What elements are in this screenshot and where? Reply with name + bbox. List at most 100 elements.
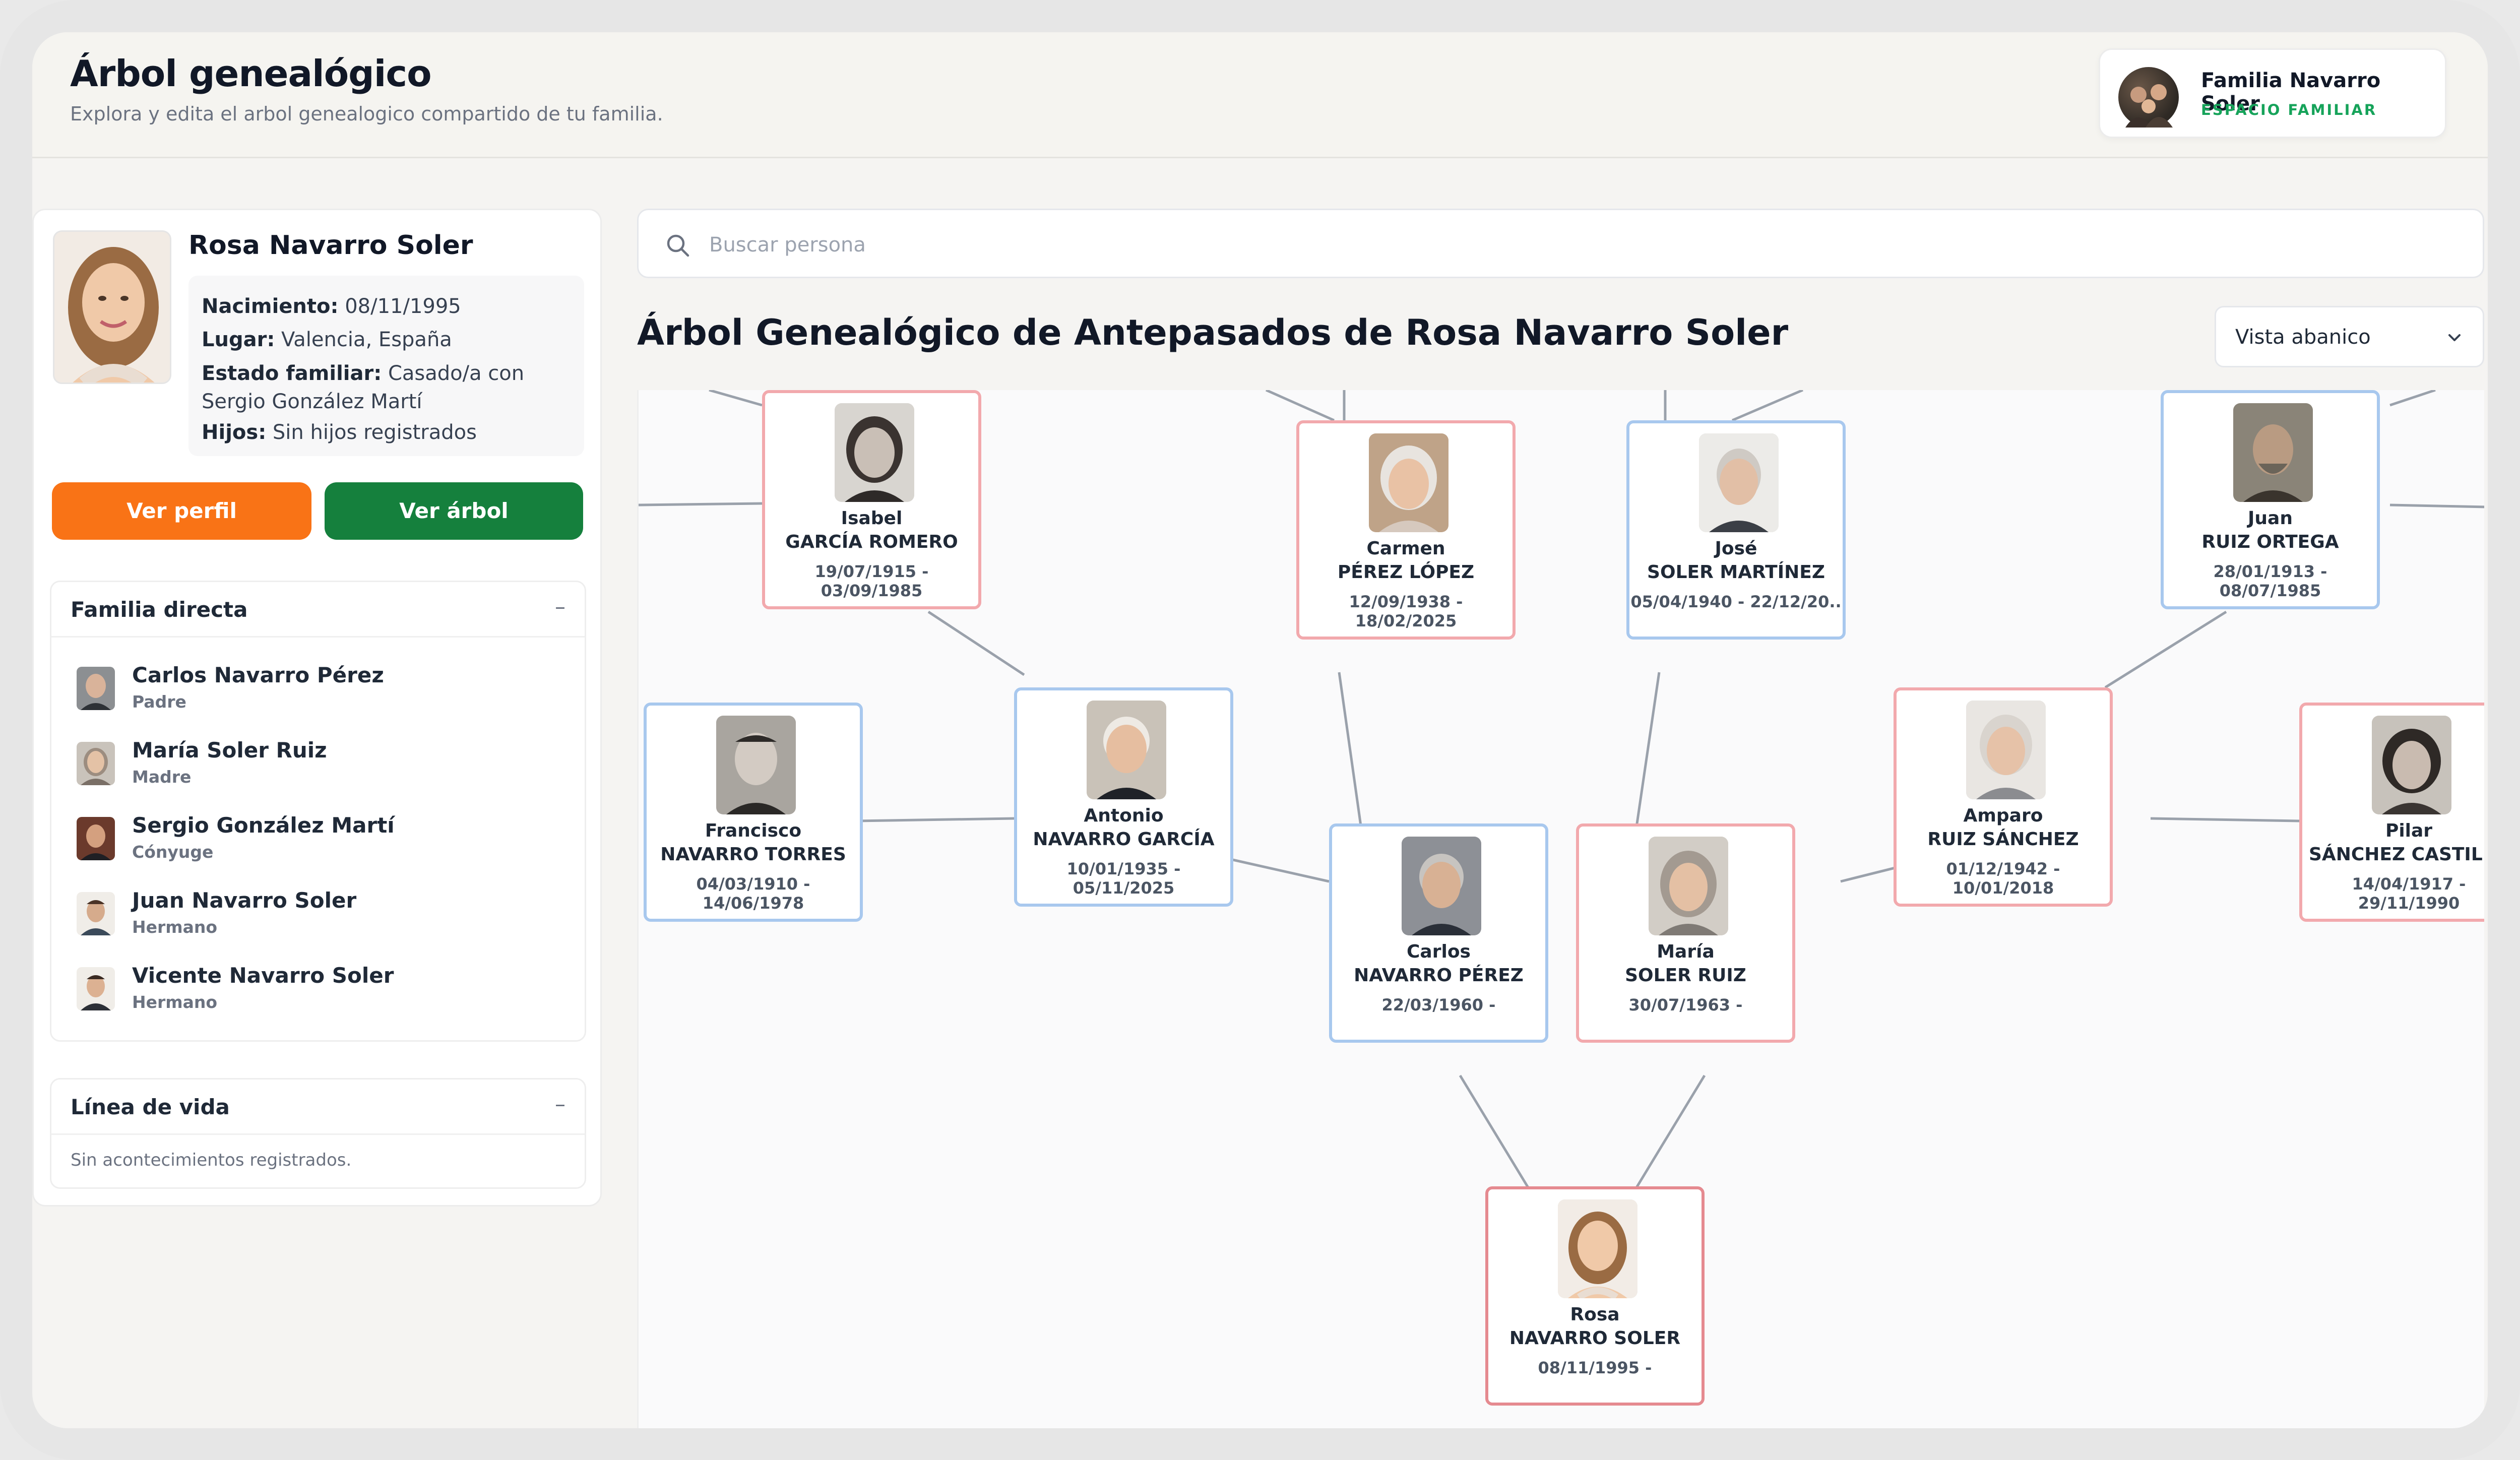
person-card-francisco[interactable]: Francisco NAVARRO TORRES 04/03/1910 - 14… <box>644 703 863 922</box>
avatar <box>77 742 115 785</box>
person-last-name: NAVARRO GARCÍA <box>1033 829 1215 850</box>
avatar <box>77 967 115 1010</box>
status-row: Estado familiar: Casado/a con Sergio Gonz… <box>202 359 571 416</box>
birth-value: 08/11/1995 <box>345 295 461 318</box>
page-subtitle: Explora y edita el arbol genealogico com… <box>70 103 663 125</box>
person-first-name: Carlos <box>1407 941 1471 962</box>
person-photo <box>1402 837 1481 935</box>
person-first-name: Juan <box>2248 508 2293 529</box>
person-dates: 19/07/1915 - 03/09/1985 <box>814 562 929 600</box>
family-member-name: Carlos Navarro Pérez <box>132 663 384 687</box>
person-first-name: María <box>1657 941 1715 962</box>
direct-family-title: Familia directa <box>71 597 248 622</box>
person-card-rosa[interactable]: Rosa NAVARRO SOLER 08/11/1995 - <box>1485 1186 1705 1406</box>
place-value: Valencia, España <box>281 328 452 351</box>
view-tree-button[interactable]: Ver árbol <box>325 482 583 540</box>
collapse-icon[interactable]: – <box>555 594 565 619</box>
profile-name: Rosa Navarro Soler <box>188 230 473 261</box>
person-last-name: NAVARRO SOLER <box>1509 1328 1681 1349</box>
person-card-carlos[interactable]: Carlos NAVARRO PÉREZ 22/03/1960 - <box>1329 823 1548 1043</box>
family-avatar <box>2118 67 2179 128</box>
family-member-item[interactable]: Carlos Navarro Pérez Padre <box>77 658 571 718</box>
family-member-relation: Padre <box>132 692 186 712</box>
person-dates: 14/04/1917 - 29/11/1990 <box>2352 874 2466 913</box>
family-member-relation: Cónyuge <box>132 842 214 862</box>
lifeline-section: Línea de vida – Sin acontecimientos regi… <box>50 1078 586 1189</box>
status-label: Estado familiar: <box>202 362 382 385</box>
person-photo <box>1699 433 1779 532</box>
person-card-jose[interactable]: José SOLER MARTÍNEZ 05/04/1940 - 22/12/2… <box>1626 420 1846 640</box>
person-last-name: RUIZ SÁNCHEZ <box>1927 829 2079 850</box>
person-dates: 04/03/1910 - 14/06/1978 <box>696 874 810 913</box>
family-member-name: Juan Navarro Soler <box>132 888 357 913</box>
person-last-name: SÁNCHEZ CASTILLO <box>2308 844 2484 865</box>
person-dates: 08/11/1995 - <box>1538 1358 1652 1377</box>
person-first-name: Isabel <box>841 508 903 529</box>
status-value: Casado/a con <box>388 362 525 385</box>
person-dates: 30/07/1963 - <box>1628 995 1743 1014</box>
person-first-name: Rosa <box>1570 1304 1620 1325</box>
person-dates: 22/03/1960 - <box>1381 995 1496 1014</box>
person-first-name: Carmen <box>1366 538 1445 559</box>
person-card-amparo[interactable]: Amparo RUIZ SÁNCHEZ 01/12/1942 - 10/01/2… <box>1894 687 2113 907</box>
family-member-item[interactable]: Sergio González Martí Cónyuge <box>77 808 571 868</box>
search-box[interactable] <box>637 209 2484 278</box>
person-dates: 05/04/1940 - 22/12/20.. <box>1630 592 1842 611</box>
person-photo <box>1966 701 2046 799</box>
avatar <box>77 892 115 935</box>
person-first-name: Antonio <box>1084 805 1164 826</box>
app-screen: Árbol genealógico Explora y edita el arb… <box>32 32 2488 1428</box>
person-photo <box>1649 837 1728 935</box>
person-last-name: RUIZ ORTEGA <box>2201 532 2339 552</box>
family-space-label: ESPACIO FAMILIAR <box>2201 101 2377 118</box>
person-card-maria[interactable]: María SOLER RUIZ 30/07/1963 - <box>1576 823 1795 1043</box>
person-card-isabel[interactable]: Isabel GARCÍA ROMERO 19/07/1915 - 03/09/… <box>762 390 981 609</box>
chevron-down-icon <box>2448 334 2461 341</box>
person-photo <box>1087 701 1166 799</box>
children-value: Sin hijos registrados <box>272 421 477 444</box>
family-tree-canvas[interactable]: Isabel GARCÍA ROMERO 19/07/1915 - 03/09/… <box>637 390 2484 1428</box>
device-frame: Árbol genealógico Explora y edita el arb… <box>0 0 2520 1460</box>
person-dates: 12/09/1938 - 18/02/2025 <box>1349 592 1463 630</box>
profile-info-box: Nacimiento: 08/11/1995 Lugar: Valencia, … <box>188 276 584 456</box>
lifeline-empty-text: Sin acontecimientos registrados. <box>71 1150 352 1170</box>
person-last-name: SOLER MARTÍNEZ <box>1647 562 1825 583</box>
family-member-relation: Hermano <box>132 992 218 1012</box>
collapse-icon[interactable]: – <box>555 1092 565 1116</box>
family-member-item[interactable]: María Soler Ruiz Madre <box>77 733 571 793</box>
person-photo <box>1369 433 1448 532</box>
family-member-item[interactable]: Vicente Navarro Soler Hermano <box>77 958 571 1019</box>
lifeline-header[interactable]: Línea de vida – <box>51 1080 585 1135</box>
view-profile-button[interactable]: Ver perfil <box>52 482 311 540</box>
direct-family-header[interactable]: Familia directa – <box>51 582 585 638</box>
avatar <box>77 817 115 860</box>
family-space-chip[interactable]: Familia Navarro Soler ESPACIO FAMILIAR <box>2099 48 2446 138</box>
person-first-name: José <box>1715 538 1757 559</box>
page-title: Árbol genealógico <box>70 52 432 95</box>
person-card-carmen[interactable]: Carmen PÉREZ LÓPEZ 12/09/1938 - 18/02/20… <box>1296 420 1516 640</box>
search-icon <box>667 234 689 257</box>
search-input[interactable] <box>709 225 2423 265</box>
person-detail-panel: Rosa Navarro Soler Nacimiento: 08/11/199… <box>32 209 602 1207</box>
person-dates: 01/12/1942 - 10/01/2018 <box>1946 859 2060 898</box>
person-card-juan[interactable]: Juan RUIZ ORTEGA 28/01/1913 - 08/07/1985 <box>2161 390 2380 609</box>
family-member-name: Sergio González Martí <box>132 813 395 838</box>
person-photo <box>716 716 796 814</box>
person-last-name: GARCÍA ROMERO <box>785 532 958 552</box>
person-photo <box>2233 403 2313 502</box>
person-last-name: SOLER RUIZ <box>1625 965 1746 986</box>
birth-label: Nacimiento: <box>202 295 339 318</box>
person-last-name: PÉREZ LÓPEZ <box>1337 562 1475 583</box>
profile-photo <box>53 230 171 384</box>
person-last-name: NAVARRO TORRES <box>660 844 846 865</box>
view-mode-select[interactable]: Vista abanico <box>2215 306 2484 367</box>
family-member-relation: Hermano <box>132 917 218 937</box>
person-last-name: NAVARRO PÉREZ <box>1354 965 1524 986</box>
direct-family-section: Familia directa – Carlos Navarro Pérez P… <box>50 581 586 1042</box>
family-member-item[interactable]: Juan Navarro Soler Hermano <box>77 883 571 943</box>
place-row: Lugar: Valencia, España <box>202 323 571 356</box>
person-first-name: Pilar <box>2385 820 2433 841</box>
person-card-pilar[interactable]: Pilar SÁNCHEZ CASTILLO 14/04/1917 - 29/1… <box>2299 703 2484 922</box>
page-header: Árbol genealógico Explora y edita el arb… <box>32 32 2488 158</box>
person-card-antonio[interactable]: Antonio NAVARRO GARCÍA 10/01/1935 - 05/1… <box>1014 687 1233 907</box>
